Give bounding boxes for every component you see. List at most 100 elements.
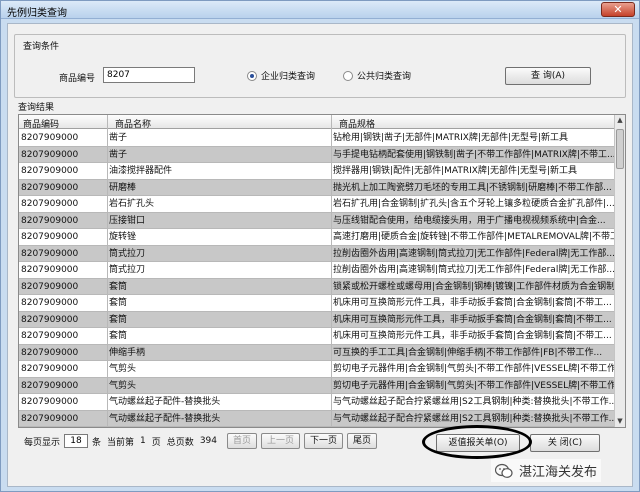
cell-code: 8207909000 bbox=[21, 380, 79, 391]
cell-spec: 岩石扩孔用|合金钢制|扩孔头|含五个牙轮上镶多粒硬质合金扩孔部件|... bbox=[333, 199, 615, 209]
table-row[interactable]: 8207909000 气剪头 剪切电子元器件用|合金钢制|气剪头|不带工作部件|VE… bbox=[19, 377, 615, 394]
cell-code: 8207909000 bbox=[21, 215, 79, 226]
cell-code: 8207909000 bbox=[21, 397, 79, 407]
vertical-scrollbar[interactable]: ▲ ▼ bbox=[614, 115, 625, 427]
cell-name: 筒式拉刀 bbox=[109, 265, 146, 275]
cell-name: 筒式拉刀 bbox=[109, 248, 146, 259]
table-row[interactable]: 8207909000 旋转锉 高速打磨用|硬质合金|旋转锉|不带工作部件|METAL… bbox=[19, 229, 615, 246]
table-row[interactable]: 8207909000 凿子 与手提电钻柄配套使用|钢铁制|凿子|不带工作部件|MAT… bbox=[19, 146, 615, 163]
query-button[interactable]: 查 询(A) bbox=[505, 67, 591, 85]
column-header-code[interactable]: 商品编码 bbox=[23, 117, 59, 130]
table-row[interactable]: 8207909000 套筒 锁紧或松开螺栓或螺母用|合金钢制|钢棒|镀镍|工作部件材… bbox=[19, 278, 615, 295]
next-page-button[interactable]: 下一页 bbox=[304, 433, 344, 449]
radio-unchecked-icon bbox=[343, 70, 353, 81]
cell-spec: 机床用可互换简形元件工具，非手动扳手套筒|合金钢制|套筒|不带工... bbox=[333, 314, 612, 325]
radio-public-label: 公共归类查询 bbox=[357, 72, 412, 82]
pager: 每页显示 条 当前第 1 页 总页数 394 首页 上一页 下一页 尾页 bbox=[18, 432, 402, 450]
cell-code: 8207909000 bbox=[21, 298, 79, 308]
cell-code: 8207909000 bbox=[21, 265, 79, 275]
cell-spec: 可互换的手工工具|合金钢制|伸缩手柄|不带工作部件|FB|不带工作... bbox=[333, 347, 603, 358]
column-header-spec[interactable]: 商品规格 bbox=[339, 117, 375, 130]
cell-spec: 机床用可互换简形元件工具，非手动扳手套筒|合金钢制|套筒|不带工... bbox=[333, 331, 612, 341]
radio-checked-icon bbox=[247, 70, 257, 81]
cell-spec: 拉削齿圈外齿用|高速钢制|筒式拉刀|无工作部件|Federal牌|无工作部... bbox=[333, 248, 615, 259]
table-row[interactable]: 8207909000 套筒 机床用可互换简形元件工具，非手动扳手套筒|合金钢制|套筒… bbox=[19, 295, 615, 312]
cell-spec: 锁紧或松开螺栓或螺母用|合金钢制|钢棒|镀镍|工作部件材质为合金钢制|... bbox=[333, 281, 615, 292]
cell-name: 气动螺丝起子配件-替换批头 bbox=[109, 413, 221, 424]
table-row[interactable]: 8207909000 套筒 机床用可互换简形元件工具，非手动扳手套筒|合金钢制|套筒… bbox=[19, 311, 615, 328]
cell-spec: 与气动螺丝起子配合拧紧螺丝用|S2工具钢制|种类:替换批头|不带工作... bbox=[333, 413, 615, 424]
cell-code: 8207909000 bbox=[21, 364, 79, 374]
cell-code: 8207909000 bbox=[21, 281, 79, 292]
table-row[interactable]: 8207909000 凿子 钻枪用|钢铁|凿子|无部件|MATRIX牌|无部件|无型… bbox=[19, 130, 615, 147]
cell-code: 8207909000 bbox=[21, 413, 79, 424]
column-divider bbox=[107, 115, 108, 427]
per-page-input[interactable] bbox=[64, 434, 89, 448]
last-page-button[interactable]: 尾页 bbox=[347, 433, 378, 449]
cell-code: 8207909000 bbox=[21, 248, 79, 259]
cell-code: 8207909000 bbox=[21, 331, 79, 341]
prev-page-button[interactable]: 上一页 bbox=[261, 433, 301, 449]
table-row[interactable]: 8207909000 筒式拉刀 拉削齿圈外齿用|高速钢制|筒式拉刀|无工作部件|Fe… bbox=[19, 262, 615, 279]
cell-spec: 拉削齿圈外齿用|高速钢制|筒式拉刀|无工作部件|Federal牌|无工作部... bbox=[333, 265, 615, 275]
title-bar[interactable]: 先例归类查询 ✕ bbox=[1, 1, 639, 19]
scroll-down-icon[interactable]: ▼ bbox=[615, 416, 625, 427]
radio-public[interactable]: 公共归类查询 bbox=[343, 69, 411, 82]
close-dialog-button[interactable]: 关 闭(C) bbox=[530, 434, 600, 452]
cell-name: 气剪头 bbox=[109, 364, 137, 374]
page-unit-label: 页 bbox=[151, 437, 161, 448]
table-row[interactable]: 8207909000 压接钳口 与压线钳配合使用，给电缆接头用，用于广播电视视频系统… bbox=[19, 212, 615, 229]
cell-code: 8207909000 bbox=[21, 149, 79, 160]
window-title: 先例归类查询 bbox=[7, 8, 67, 19]
query-conditions-label: 查询条件 bbox=[21, 39, 62, 52]
table-row[interactable]: 8207909000 研磨棒 抛光机上加工陶瓷劈刀毛坯的专用工具|不锈钢制|研磨棒|… bbox=[19, 179, 615, 196]
table-row[interactable]: 8207909000 气动螺丝起子配件-替换批头 与气动螺丝起子配合拧紧螺丝用|S2… bbox=[19, 394, 615, 411]
watermark: 湛江海关发布 bbox=[491, 459, 602, 482]
total-pages-value: 394 bbox=[199, 436, 217, 446]
cell-name: 凿子 bbox=[109, 133, 128, 143]
product-code-input[interactable] bbox=[103, 67, 195, 83]
cell-name: 气剪头 bbox=[109, 380, 137, 391]
return-declaration-button[interactable]: 返值报关单(O) bbox=[436, 434, 520, 452]
radio-enterprise[interactable]: 企业归类查询 bbox=[247, 69, 315, 82]
grid-header: 商品编码 商品名称 商品规格 bbox=[19, 115, 625, 130]
window-close-button[interactable]: ✕ bbox=[601, 2, 635, 17]
query-conditions-group: 查询条件 商品编号 企业归类查询 公共归类查询 查 询(A) bbox=[14, 34, 626, 98]
results-grid: 商品编码 商品名称 商品规格 8207909000 凿子 钻枪用|钢铁|凿子|无部件… bbox=[18, 114, 626, 428]
cell-name: 油漆搅拌器配件 bbox=[109, 166, 173, 176]
main-window: 先例归类查询 ✕ 查询条件 商品编号 企业归类查询 公共归类查询 查 询(A) … bbox=[0, 0, 640, 492]
cell-code: 8207909000 bbox=[21, 166, 79, 176]
first-page-button[interactable]: 首页 bbox=[227, 433, 258, 449]
cell-name: 套筒 bbox=[109, 314, 128, 325]
client-area: 查询条件 商品编号 企业归类查询 公共归类查询 查 询(A) 查询结果 商品编码… bbox=[7, 23, 633, 487]
unit-label: 条 bbox=[92, 437, 102, 448]
cell-name: 套筒 bbox=[109, 298, 128, 308]
cell-spec: 与气动螺丝起子配合拧紧螺丝用|S2工具钢制|种类:替换批头|不带工作... bbox=[333, 397, 615, 407]
table-row[interactable]: 8207909000 筒式拉刀 拉削齿圈外齿用|高速钢制|筒式拉刀|无工作部件|Fe… bbox=[19, 245, 615, 262]
column-header-name[interactable]: 商品名称 bbox=[115, 117, 151, 130]
cell-code: 8207909000 bbox=[21, 182, 79, 193]
table-row[interactable]: 8207909000 套筒 机床用可互换简形元件工具，非手动扳手套筒|合金钢制|套筒… bbox=[19, 328, 615, 345]
cell-name: 套筒 bbox=[109, 331, 128, 341]
table-row[interactable]: 8207909000 油漆搅拌器配件 搅拌器用|钢铁|配件|无部件|MATRIX牌|… bbox=[19, 163, 615, 180]
cell-name: 凿子 bbox=[109, 149, 128, 160]
cell-spec: 机床用可互换简形元件工具，非手动扳手套筒|合金钢制|套筒|不带工... bbox=[333, 298, 612, 308]
cell-name: 研磨棒 bbox=[109, 182, 137, 193]
cell-spec: 与手提电钻柄配套使用|钢铁制|凿子|不带工作部件|MATRIX牌|不带工... bbox=[333, 149, 615, 160]
cell-name: 岩石扩孔头 bbox=[109, 199, 155, 209]
cell-name: 旋转锉 bbox=[109, 232, 137, 242]
cell-name: 压接钳口 bbox=[109, 215, 146, 226]
table-row[interactable]: 8207909000 伸缩手柄 可互换的手工工具|合金钢制|伸缩手柄|不带工作部件|… bbox=[19, 344, 615, 361]
cell-spec: 钻枪用|钢铁|凿子|无部件|MATRIX牌|无部件|无型号|新工具 bbox=[333, 133, 569, 143]
cell-name: 伸缩手柄 bbox=[109, 347, 146, 358]
scroll-up-icon[interactable]: ▲ bbox=[615, 115, 625, 126]
radio-enterprise-label: 企业归类查询 bbox=[261, 72, 316, 82]
product-code-label: 商品编号 bbox=[59, 74, 96, 84]
cell-spec: 剪切电子元器件用|合金钢制|气剪头|不带工作部件|VESSEL牌|不带工作... bbox=[333, 380, 615, 391]
cell-name: 气动螺丝起子配件-替换批头 bbox=[109, 397, 221, 407]
scroll-thumb[interactable] bbox=[616, 129, 624, 169]
cell-code: 8207909000 bbox=[21, 314, 79, 325]
table-row[interactable]: 8207909000 气动螺丝起子配件-替换批头 与气动螺丝起子配合拧紧螺丝用|S2… bbox=[19, 410, 615, 427]
table-row[interactable]: 8207909000 岩石扩孔头 岩石扩孔用|合金钢制|扩孔头|含五个牙轮上镶多粒硬… bbox=[19, 196, 615, 213]
table-row[interactable]: 8207909000 气剪头 剪切电子元器件用|合金钢制|气剪头|不带工作部件|VE… bbox=[19, 361, 615, 378]
